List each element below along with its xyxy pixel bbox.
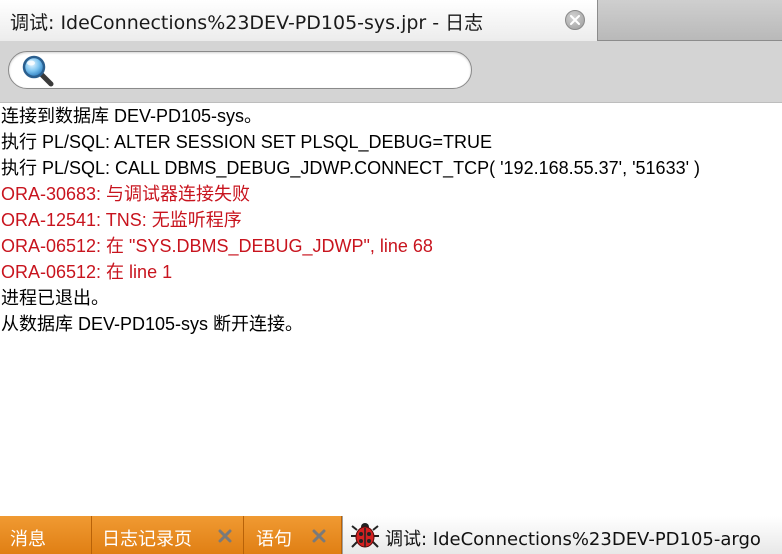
tab-debug-session[interactable]: 调试: IdeConnections%23DEV-PD105-argo <box>342 516 782 554</box>
document-tab-bar: 调试: IdeConnections%23DEV-PD105-sys.jpr -… <box>0 0 782 41</box>
log-line: 连接到数据库 DEV-PD105-sys。 <box>1 106 263 126</box>
tab-label: 语句 <box>256 529 292 550</box>
close-icon[interactable] <box>218 528 232 543</box>
search-icon[interactable] <box>21 55 55 87</box>
close-icon[interactable] <box>565 10 585 30</box>
search-toolbar <box>0 41 782 103</box>
search-input[interactable] <box>63 56 463 86</box>
log-line: 进程已退出。 <box>1 288 109 308</box>
tab-label: 调试: IdeConnections%23DEV-PD105-argo <box>385 529 761 550</box>
log-output: 连接到数据库 DEV-PD105-sys。 执行 PL/SQL: ALTER S… <box>0 103 782 516</box>
log-line-error: ORA-06512: 在 "SYS.DBMS_DEBUG_JDWP", line… <box>1 236 433 256</box>
log-line-error: ORA-12541: TNS: 无监听程序 <box>1 210 242 230</box>
bottom-tab-bar: 消息 日志记录页 语句 调试: IdeConnections%23DEV-PD1… <box>0 516 782 554</box>
tab-label: 日志记录页 <box>102 529 192 550</box>
log-line-error: ORA-06512: 在 line 1 <box>1 262 173 282</box>
log-line: 执行 PL/SQL: ALTER SESSION SET PLSQL_DEBUG… <box>1 132 493 152</box>
tab-logging-page[interactable]: 日志记录页 <box>92 516 244 554</box>
tab-messages[interactable]: 消息 <box>0 516 92 554</box>
tab-statements[interactable]: 语句 <box>244 516 342 554</box>
log-line: 从数据库 DEV-PD105-sys 断开连接。 <box>1 314 304 334</box>
document-tab-title: 调试: IdeConnections%23DEV-PD105-sys.jpr -… <box>10 12 484 34</box>
log-line: 执行 PL/SQL: CALL DBMS_DEBUG_JDWP.CONNECT_… <box>1 158 701 178</box>
close-icon[interactable] <box>312 528 326 543</box>
search-field[interactable] <box>8 51 472 89</box>
document-tab-log[interactable]: 调试: IdeConnections%23DEV-PD105-sys.jpr -… <box>0 0 598 41</box>
tab-label: 消息 <box>10 529 46 550</box>
bug-icon <box>351 521 379 549</box>
log-line-error: ORA-30683: 与调试器连接失败 <box>1 184 251 204</box>
